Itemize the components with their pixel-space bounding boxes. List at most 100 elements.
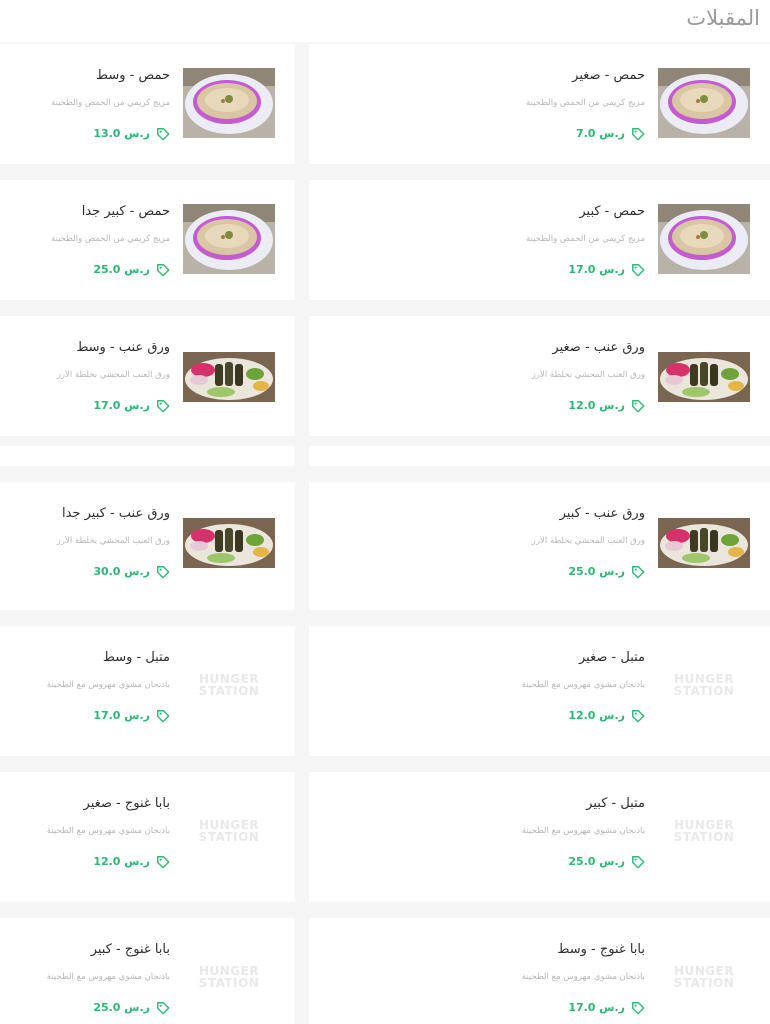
menu-item-price: 17.0 ر.س — [93, 398, 150, 412]
hunger-station-placeholder-logo: HUNGER STATION — [183, 796, 275, 866]
empty-card-strip — [309, 446, 770, 466]
menu-item-description: باذنجان مشوي مهروس مع الطحينة — [521, 826, 645, 836]
menu-item-price: 12.0 ر.س — [568, 708, 625, 722]
price-row: 17.0 ر.س — [93, 708, 170, 723]
section-title: المقبلات — [686, 6, 760, 30]
menu-item-card[interactable]: حمص - كبير مزيج كريمي من الحمص والطحينة 17… — [309, 180, 770, 300]
placeholder-logo-line2: STATION — [673, 684, 735, 698]
hummus-image — [658, 68, 750, 138]
header-bar: المقبلات — [0, 0, 770, 42]
menu-item-price: 25.0 ر.س — [568, 564, 625, 578]
placeholder-logo-line2: STATION — [198, 830, 260, 844]
menu-item-name: ورق عنب - صغير — [552, 340, 645, 355]
menu-item-description: مزيج كريمي من الحمص والطحينة — [51, 234, 170, 244]
price-row: 13.0 ر.س — [93, 126, 170, 141]
menu-item-name: بابا غنوج - كبير — [90, 942, 170, 957]
price-row: 12.0 ر.س — [568, 708, 645, 723]
price-tag-icon — [631, 854, 645, 869]
price-tag-icon — [156, 398, 170, 413]
menu-item-price: 17.0 ر.س — [93, 708, 150, 722]
menu-item-name: متبل - كبير — [586, 796, 645, 811]
menu-item-name: ورق عنب - كبير — [559, 506, 645, 521]
menu-item-price: 25.0 ر.س — [93, 1000, 150, 1014]
grape-leaves-image — [658, 518, 750, 568]
price-tag-icon — [156, 564, 170, 579]
price-tag-icon — [156, 126, 170, 141]
price-row: 17.0 ر.س — [568, 1000, 645, 1015]
menu-item-price: 17.0 ر.س — [568, 262, 625, 276]
placeholder-logo-line2: STATION — [673, 976, 735, 990]
hummus-image — [183, 68, 275, 138]
menu-item-price: 25.0 ر.س — [568, 854, 625, 868]
menu-item-price: 25.0 ر.س — [93, 262, 150, 276]
hunger-station-placeholder-logo: HUNGER STATION — [658, 942, 750, 1012]
menu-item-price: 7.0 ر.س — [575, 126, 625, 140]
menu-item-description: مزيج كريمي من الحمص والطحينة — [526, 98, 645, 108]
menu-item-card[interactable]: HUNGER STATION متبل - صغير باذنجان مشوي مهر… — [309, 626, 770, 756]
price-tag-icon — [631, 398, 645, 413]
empty-card-strip — [0, 446, 295, 466]
placeholder-logo-line2: STATION — [198, 976, 260, 990]
price-tag-icon — [156, 854, 170, 869]
price-row: 12.0 ر.س — [93, 854, 170, 869]
menu-item-description: ورق العنب المحشي بخلطة الأرز — [531, 536, 645, 546]
menu-item-description: باذنجان مشوي مهروس مع الطحينة — [46, 826, 170, 836]
price-tag-icon — [156, 262, 170, 277]
menu-item-name: متبل - وسط — [102, 650, 170, 665]
menu-item-card[interactable]: HUNGER STATION متبل - وسط باذنجان مشوي مهرو… — [0, 626, 295, 756]
price-tag-icon — [156, 708, 170, 723]
menu-item-description: باذنجان مشوي مهروس مع الطحينة — [521, 680, 645, 690]
hummus-image — [658, 204, 750, 274]
price-row: 25.0 ر.س — [93, 1000, 170, 1015]
menu-item-description: ورق العنب المحشي بخلطة الأرز — [531, 370, 645, 380]
menu-item-name: ورق عنب - كبير جدا — [62, 506, 170, 521]
menu-item-card[interactable]: حمص - صغير مزيج كريمي من الحمص والطحينة 7.… — [309, 44, 770, 164]
menu-item-description: باذنجان مشوي مهروس مع الطحينة — [46, 680, 170, 690]
menu-item-name: بابا غنوج - صغير — [83, 796, 170, 811]
menu-item-name: حمص - كبير جدا — [81, 204, 170, 219]
menu-item-card[interactable]: HUNGER STATION بابا غنوج - صغير باذنجان مشو… — [0, 772, 295, 902]
menu-item-price: 13.0 ر.س — [93, 126, 150, 140]
placeholder-logo-line2: STATION — [673, 830, 735, 844]
menu-item-card[interactable]: حمص - كبير جدا مزيج كريمي من الحمص والطحي… — [0, 180, 295, 300]
hunger-station-placeholder-logo: HUNGER STATION — [658, 796, 750, 866]
price-row: 30.0 ر.س — [93, 564, 170, 579]
menu-item-description: باذنجان مشوي مهروس مع الطحينة — [46, 972, 170, 982]
menu-item-card[interactable]: حمص - وسط مزيج كريمي من الحمص والطحينة 13.… — [0, 44, 295, 164]
menu-item-name: حمص - وسط — [96, 68, 170, 83]
menu-item-description: ورق العنب المحشي بخلطة الأرز — [56, 370, 170, 380]
price-tag-icon — [631, 262, 645, 277]
price-tag-icon — [631, 1000, 645, 1015]
price-row: 17.0 ر.س — [568, 262, 645, 277]
price-row: 17.0 ر.س — [93, 398, 170, 413]
menu-item-name: متبل - صغير — [578, 650, 645, 665]
price-tag-icon — [631, 564, 645, 579]
menu-item-card[interactable]: ورق عنب - كبير ورق العنب المحشي بخلطة الأ… — [309, 482, 770, 610]
menu-item-card[interactable]: HUNGER STATION متبل - كبير باذنجان مشوي مهر… — [309, 772, 770, 902]
menu-item-description: ورق العنب المحشي بخلطة الأرز — [56, 536, 170, 546]
grape-leaves-image — [658, 352, 750, 402]
menu-item-description: باذنجان مشوي مهروس مع الطحينة — [521, 972, 645, 982]
price-row: 25.0 ر.س — [93, 262, 170, 277]
price-tag-icon — [156, 1000, 170, 1015]
price-row: 7.0 ر.س — [575, 126, 645, 141]
grape-leaves-image — [183, 518, 275, 568]
hummus-image — [183, 204, 275, 274]
menu-item-card[interactable]: ورق عنب - وسط ورق العنب المحشي بخلطة الأر… — [0, 316, 295, 436]
menu-item-name: ورق عنب - وسط — [76, 340, 170, 355]
menu-item-name: حمص - كبير — [579, 204, 645, 219]
menu-item-card[interactable]: HUNGER STATION بابا غنوج - كبير باذنجان مشو… — [0, 918, 295, 1024]
price-row: 25.0 ر.س — [568, 854, 645, 869]
price-tag-icon — [631, 708, 645, 723]
hunger-station-placeholder-logo: HUNGER STATION — [183, 942, 275, 1012]
menu-item-name: بابا غنوج - وسط — [557, 942, 645, 957]
grape-leaves-image — [183, 352, 275, 402]
menu-item-card[interactable]: HUNGER STATION بابا غنوج - وسط باذنجان مشوي… — [309, 918, 770, 1024]
menu-item-card[interactable]: ورق عنب - صغير ورق العنب المحشي بخلطة الأ… — [309, 316, 770, 436]
menu-item-description: مزيج كريمي من الحمص والطحينة — [526, 234, 645, 244]
menu-item-price: 17.0 ر.س — [568, 1000, 625, 1014]
hunger-station-placeholder-logo: HUNGER STATION — [658, 650, 750, 720]
menu-item-description: مزيج كريمي من الحمص والطحينة — [51, 98, 170, 108]
menu-item-card[interactable]: ورق عنب - كبير جدا ورق العنب المحشي بخلطة… — [0, 482, 295, 610]
menu-item-price: 12.0 ر.س — [568, 398, 625, 412]
